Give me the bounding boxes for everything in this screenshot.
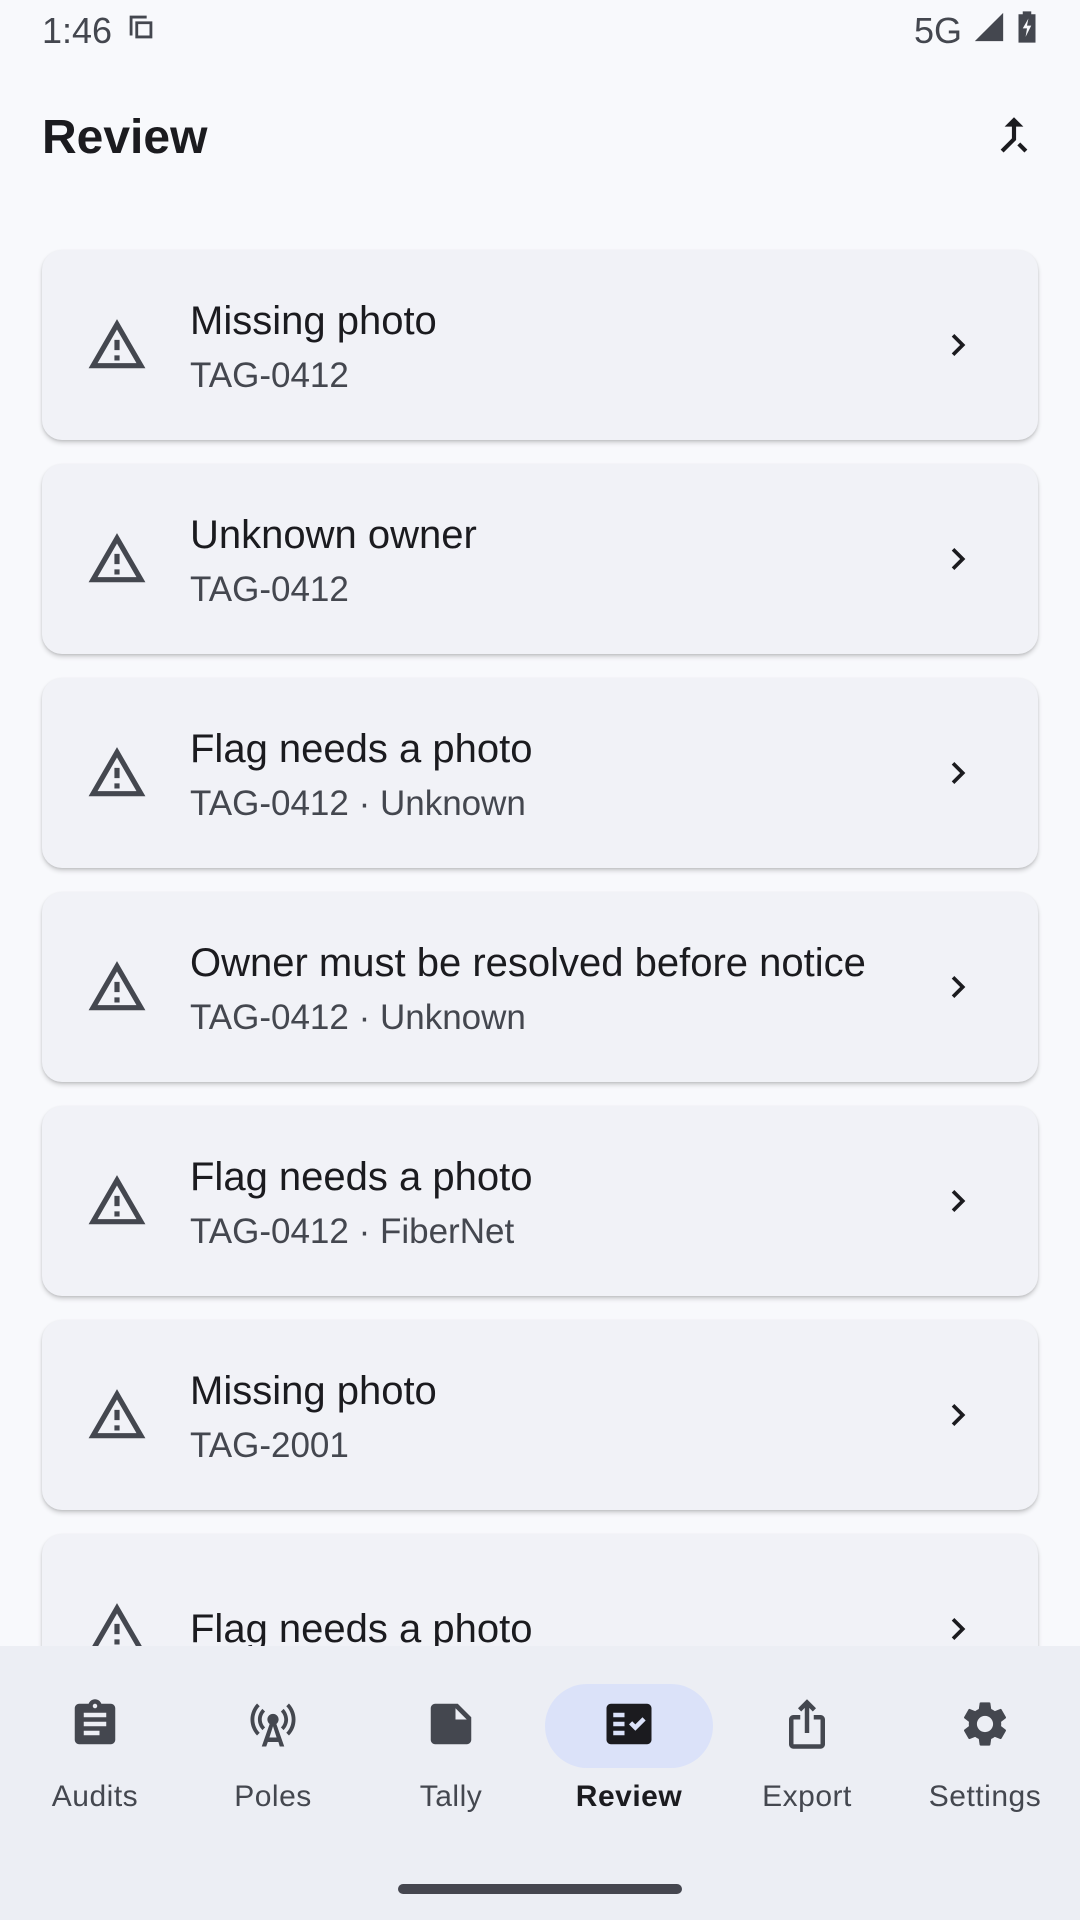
page-title: Review: [42, 110, 208, 164]
clipboard-icon: [68, 1697, 122, 1756]
status-bar: 1:46 5G: [0, 0, 1080, 62]
warning-icon: [82, 1380, 152, 1450]
nav-label-audits: Audits: [51, 1780, 139, 1813]
review-item-text: Missing photo TAG-2001: [190, 1331, 934, 1500]
merge-icon: [989, 110, 1039, 165]
review-item-subtitle: TAG-0412: [190, 569, 349, 609]
chevron-right-icon: [934, 749, 982, 797]
network-type: 5G: [913, 10, 962, 51]
status-left: 1:46: [42, 10, 158, 53]
review-item-subtitle: TAG-0412 · FiberNet: [190, 1211, 515, 1251]
share-icon: [780, 1697, 834, 1756]
review-item-title: Missing photo: [190, 1368, 437, 1413]
review-item-text: Missing photo TAG-0412: [190, 261, 934, 430]
warning-icon: [82, 310, 152, 380]
warning-icon: [82, 738, 152, 808]
nav-label-export: Export: [762, 1780, 852, 1813]
review-item-card[interactable]: Unknown owner TAG-0412: [42, 464, 1038, 654]
review-item-text: Flag needs a photo: [190, 1569, 934, 1647]
review-item-title: Flag needs a photo: [190, 726, 533, 771]
review-item-card[interactable]: Missing photo TAG-2001: [42, 1320, 1038, 1510]
review-item-title: Owner must be resolved before notice: [190, 940, 866, 985]
review-list[interactable]: Missing photo TAG-0412 Unknown owner TAG-04…: [0, 212, 1080, 1646]
merge-button[interactable]: [978, 101, 1050, 173]
nav-review[interactable]: Review: [540, 1646, 718, 1826]
review-item-card[interactable]: Flag needs a photo: [42, 1534, 1038, 1646]
review-item-text: Owner must be resolved before notice TAG-…: [190, 903, 934, 1072]
review-item-subtitle: TAG-0412 · Unknown: [190, 997, 526, 1037]
warning-icon: [82, 1166, 152, 1236]
top-app-bar: Review: [0, 62, 1080, 212]
signal-icon: [972, 10, 1006, 53]
gesture-handle[interactable]: [398, 1884, 682, 1894]
note-icon: [424, 1697, 478, 1756]
nav-label-review: Review: [575, 1780, 683, 1813]
review-item-subtitle: TAG-0412: [190, 355, 349, 395]
screen: 1:46 5G Review Missing photo TAG-0412 Unkn…: [0, 0, 1080, 1920]
nav-label-tally: Tally: [419, 1780, 483, 1813]
review-item-title: Unknown owner: [190, 512, 477, 557]
warning-icon: [82, 1594, 152, 1646]
warning-icon: [82, 524, 152, 594]
chevron-right-icon: [934, 321, 982, 369]
nav-label-poles: Poles: [234, 1780, 312, 1813]
nav-settings[interactable]: Settings: [896, 1646, 1074, 1826]
review-item-card[interactable]: Flag needs a photo TAG-0412 · FiberNet: [42, 1106, 1038, 1296]
review-item-card[interactable]: Missing photo TAG-0412: [42, 250, 1038, 440]
review-item-title: Missing photo: [190, 298, 437, 343]
review-item-text: Flag needs a photo TAG-0412 · FiberNet: [190, 1117, 934, 1286]
review-item-title: Flag needs a photo: [190, 1606, 533, 1647]
review-item-card[interactable]: Flag needs a photo TAG-0412 · Unknown: [42, 678, 1038, 868]
nav-export[interactable]: Export: [718, 1646, 896, 1826]
bottom-navigation: Audits Poles Tally Review Export Setting…: [0, 1646, 1080, 1920]
nav-audits[interactable]: Audits: [6, 1646, 184, 1826]
screenshot-notification-icon: [124, 10, 158, 53]
nav-poles[interactable]: Poles: [184, 1646, 362, 1826]
review-item-subtitle: TAG-0412 · Unknown: [190, 783, 526, 823]
review-list-content: Missing photo TAG-0412 Unknown owner TAG-04…: [0, 212, 1080, 1646]
review-item-title: Flag needs a photo: [190, 1154, 533, 1199]
status-time: 1:46: [42, 10, 113, 51]
nav-label-settings: Settings: [928, 1780, 1042, 1813]
battery-icon: [1016, 10, 1038, 53]
chevron-right-icon: [934, 1605, 982, 1646]
review-item-text: Flag needs a photo TAG-0412 · Unknown: [190, 689, 934, 858]
chevron-right-icon: [934, 1177, 982, 1225]
review-item-subtitle: TAG-2001: [190, 1425, 349, 1465]
review-item-card[interactable]: Owner must be resolved before notice TAG-…: [42, 892, 1038, 1082]
chevron-right-icon: [934, 535, 982, 583]
gear-icon: [958, 1697, 1012, 1756]
status-right: 5G: [914, 10, 1038, 53]
chevron-right-icon: [934, 963, 982, 1011]
nav-tally[interactable]: Tally: [362, 1646, 540, 1826]
chevron-right-icon: [934, 1391, 982, 1439]
review-item-text: Unknown owner TAG-0412: [190, 475, 934, 644]
warning-icon: [82, 952, 152, 1022]
active-indicator: [545, 1684, 713, 1768]
antenna-icon: [246, 1697, 300, 1756]
fact-check-icon: [602, 1697, 656, 1756]
